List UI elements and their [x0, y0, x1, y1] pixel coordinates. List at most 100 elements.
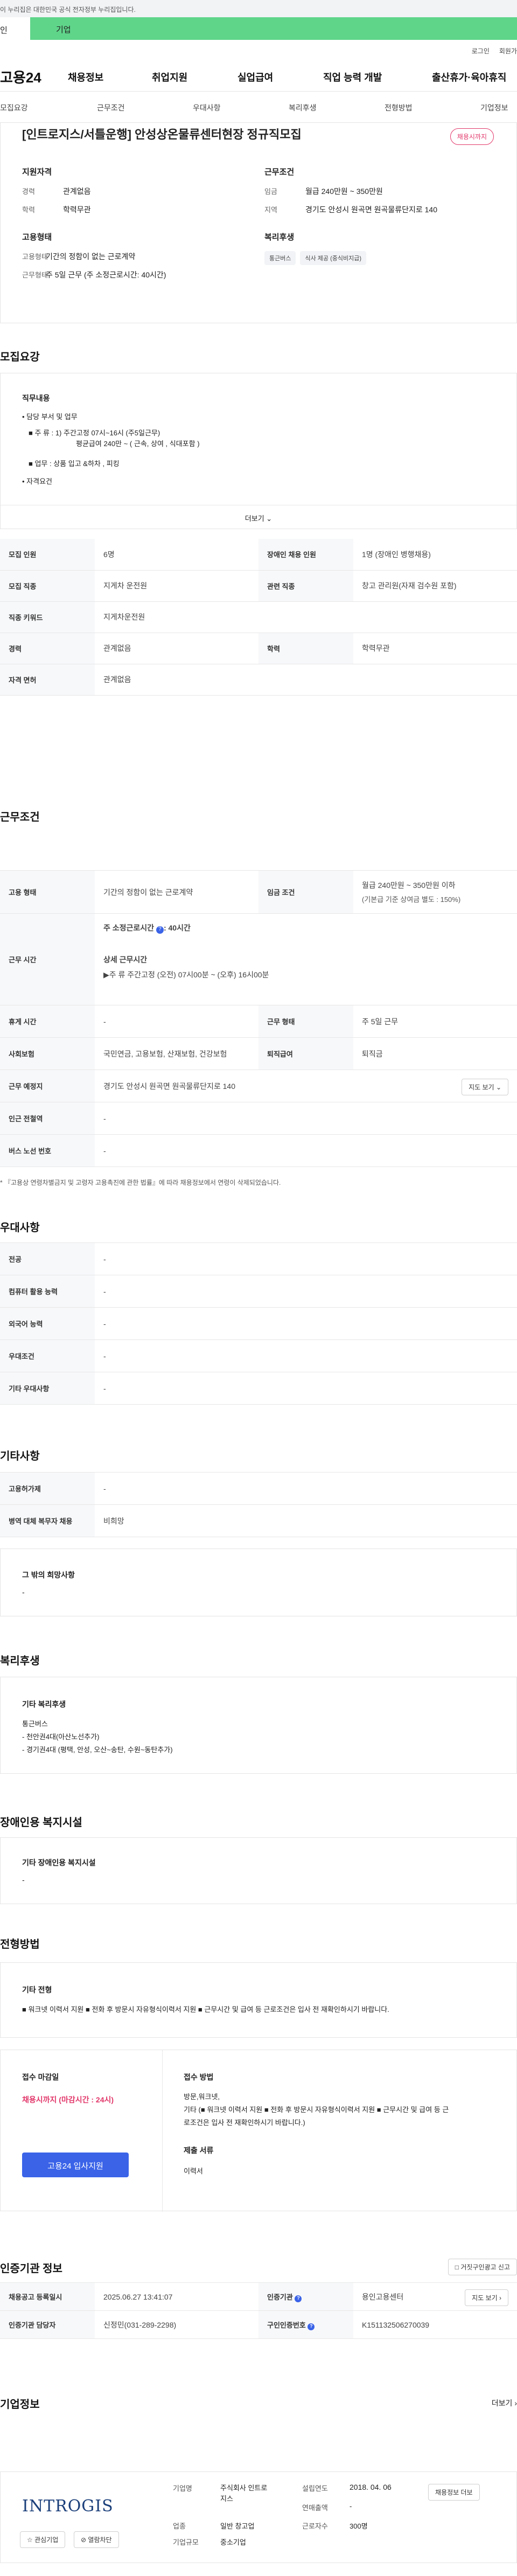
company-more-link[interactable]: 더보기 › [492, 2398, 517, 2408]
map-button[interactable]: 지도 보기 ⌄ [462, 1079, 508, 1095]
cell-label: 퇴직급여 [258, 1037, 353, 1070]
region-value: 경기도 안성시 원곡면 원곡물류단지로 140 [305, 205, 437, 214]
company-name-label: 기업명 [173, 2484, 192, 2492]
divider [162, 2050, 163, 2212]
agency-title: 인증기관 정보 [0, 2263, 62, 2275]
chevron-down-icon: ⌄ [266, 515, 273, 523]
table-row: 근무 예정지 경기도 안성시 원곡면 원곡물류단지로 140 지도 보기 ⌄ [0, 1070, 517, 1102]
hours-detail-title: 상세 근무시간 [103, 955, 148, 964]
tab-individual[interactable]: 인 [0, 17, 30, 40]
gov-notice-text: 이 누리집은 대한민국 공식 전자정부 누리집입니다. [0, 6, 136, 13]
subnav-welfare[interactable]: 복리후생 [289, 102, 317, 113]
table-row: 사회보험 국민연금, 고용보험, 산재보험, 건강보험 퇴직급여 퇴직금 [0, 1037, 517, 1070]
apply-box: 접수 마감일 채용시까지 (마감시간 : 24시) 고용24 입사지원 접수 방… [0, 2050, 517, 2212]
cell-label: 외국어 능력 [0, 1307, 95, 1340]
cell-value: 국민연금, 고용보험, 산재보험, 건강보험 [95, 1037, 258, 1070]
info-icon[interactable]: ? [295, 2295, 302, 2302]
chevron-right-icon: › [514, 2399, 517, 2407]
subnav-selection[interactable]: 전형방법 [385, 102, 413, 113]
recruit-table: 모집 인원 6명 장애인 채용 인원 1명 (장애인 병행채용) 모집 직종 지게차 운… [0, 539, 517, 696]
cell-label: 인증기관 담당자 [0, 2310, 95, 2339]
gov-notice-bar: 이 누리집은 대한민국 공식 전자정부 누리집입니다. [0, 0, 517, 17]
hope-title: 그 밖의 희망사항 [22, 1571, 75, 1579]
etc-title: 기타사항 [0, 1450, 40, 1462]
cell-label: 인근 전철역 [0, 1102, 95, 1135]
select-title: 전형방법 [0, 1939, 40, 1950]
sales-value: - [350, 2502, 352, 2510]
table-row: 우대조건 - [0, 1339, 517, 1372]
interest-button[interactable]: ☆ 관심기업 [20, 2531, 66, 2548]
job-summary-card: [인트로지스/서틀운행] 안성상온물류센터현장 정규직모집 채용시까지 지원자격… [0, 123, 517, 323]
site-logo[interactable]: 고용24 [0, 67, 41, 87]
table-row: 자격 면허 관계없음 [0, 664, 517, 696]
cell-label: 고용허가제 [0, 1472, 95, 1505]
util-links: 로그인 회원가 [0, 40, 517, 58]
method-title: 접수 방법 [184, 2073, 214, 2081]
cell-value: 비희망 [95, 1504, 517, 1537]
table-row: 모집 직종 지게차 운전원 관련 직종 창고 관리원(자재 검수원 포함) [0, 570, 517, 602]
table-row: 전공 - [0, 1242, 517, 1275]
table-row: 고용 형태 기간의 정함이 없는 근로계약 임금 조건 월급 240만원 ~ 350만… [0, 870, 517, 914]
user-type-tabs: 인 기업 [0, 17, 517, 40]
deadline-value: 채용시까지 (마감시간 : 24시) [22, 2095, 114, 2104]
cell-value: 관계없음 [95, 664, 517, 696]
map-button-label: 지도 보기 [469, 1084, 494, 1091]
report-icon: □ [455, 2263, 459, 2271]
select-box-title: 기타 전형 [22, 1985, 52, 1994]
join-link[interactable]: 회원가 [499, 47, 517, 55]
cell-value: 주 5일 근무 [353, 1005, 517, 1038]
table-row: 휴게 시간 - 근무 형태 주 5일 근무 [0, 1005, 517, 1038]
login-link[interactable]: 로그인 [472, 47, 490, 55]
agency-map-button[interactable]: 지도 보기 › [465, 2289, 508, 2306]
more-jobs-button[interactable]: 채용정보 더보 [428, 2484, 480, 2501]
info-icon[interactable]: ? [308, 2323, 315, 2330]
hope-box: 그 밖의 희망사항 - [0, 1549, 517, 1616]
company-title: 기업정보 [0, 2399, 40, 2411]
subnav-recruit[interactable]: 모집요강 [0, 102, 28, 113]
cell-label: 임금 조건 [258, 870, 353, 914]
subnav-preferences[interactable]: 우대사항 [193, 102, 221, 113]
qualification-column: 지원자격 경력 관계없음 학력 학력무관 고용형태 고용형태기간의 정함이 없는 근… [22, 166, 166, 288]
cell-value: 기간의 정함이 없는 근로계약 [95, 870, 258, 914]
more-button[interactable]: 더보기 ⌄ [1, 505, 516, 529]
cell-value: - [95, 1134, 517, 1167]
subnav-conditions[interactable]: 근무조건 [97, 102, 125, 113]
subnav-company[interactable]: 기업정보 [480, 102, 508, 113]
cell-value: K151132506270039 [353, 2310, 517, 2339]
block-button[interactable]: ⊘ 열람차단 [74, 2531, 119, 2548]
gnb-item-vocational-training[interactable]: 직업 능력 개발 [323, 70, 382, 84]
duty-line: ■ 주 류 : 1) 주간고정 07시~16시 (주5일근무) [29, 429, 160, 437]
lower-sections: 전형방법 기타 전형 ■ 워크넷 이력서 지원 ■ 전화 후 방문시 자유형식이… [0, 1883, 517, 2471]
worktype-label: 근무형태 [22, 271, 48, 279]
job-title: [인트로지스/서틀운행] 안성상온물류센터현장 정규직모집 [22, 128, 302, 141]
tab-corporate[interactable]: 기업 [30, 17, 517, 40]
report-button-label: 거짓구인광고 신고 [460, 2263, 510, 2271]
edu-value: 학력무관 [63, 205, 91, 214]
method-line: 기타 (■ 워크넷 이력서 지원 ■ 전화 후 방문시 자유형식이력서 지원 ■… [184, 2106, 449, 2114]
apply-button[interactable]: 고용24 입사지원 [22, 2153, 129, 2177]
cell-label: 경력 [0, 633, 95, 664]
method-line: 방문,워크넷, [184, 2093, 220, 2101]
gnb-item-unemployment-benefit[interactable]: 실업급여 [237, 70, 273, 84]
info-icon[interactable]: ? [156, 926, 164, 934]
gnb-item-jobs[interactable]: 채용정보 [68, 70, 103, 84]
cell-label: 학력 [258, 633, 353, 664]
hope-value: - [22, 1588, 25, 1596]
emp-value: 기간의 정함이 없는 근로계약 [46, 252, 136, 261]
est-value: 2018. 04. 06 [350, 2483, 392, 2491]
duty-line: • 자격요건 [22, 477, 53, 485]
gnb-item-parental-leave[interactable]: 출산휴가·육아휴직 [432, 70, 506, 84]
welfare-line: 통근버스 [22, 1720, 48, 1728]
cell-value: 지게차 운전원 [95, 570, 258, 602]
table-row: 인근 전철역 - [0, 1102, 517, 1135]
hours-weekly-value: : 40시간 [163, 924, 191, 932]
company-logo: INTROGIS [22, 2497, 114, 2516]
duty-line: ■ 업무 : 상품 입고 &하차 , 피킹 [29, 460, 120, 468]
gnb-item-employment-support[interactable]: 취업지원 [152, 70, 187, 84]
place-value: 경기도 안성시 원곡면 원곡물류단지로 140 [103, 1081, 235, 1091]
welfare-line: - 경기권4대 (평택, 안성, 오산~송탄, 수원~동탄추가) [22, 1746, 173, 1754]
org-value: 용인고용센터 [362, 2292, 404, 2301]
table-row: 외국어 능력 - [0, 1307, 517, 1340]
welfare-box-title: 기타 복리후생 [22, 1700, 66, 1709]
report-button[interactable]: □ 거짓구인광고 신고 [448, 2259, 517, 2275]
